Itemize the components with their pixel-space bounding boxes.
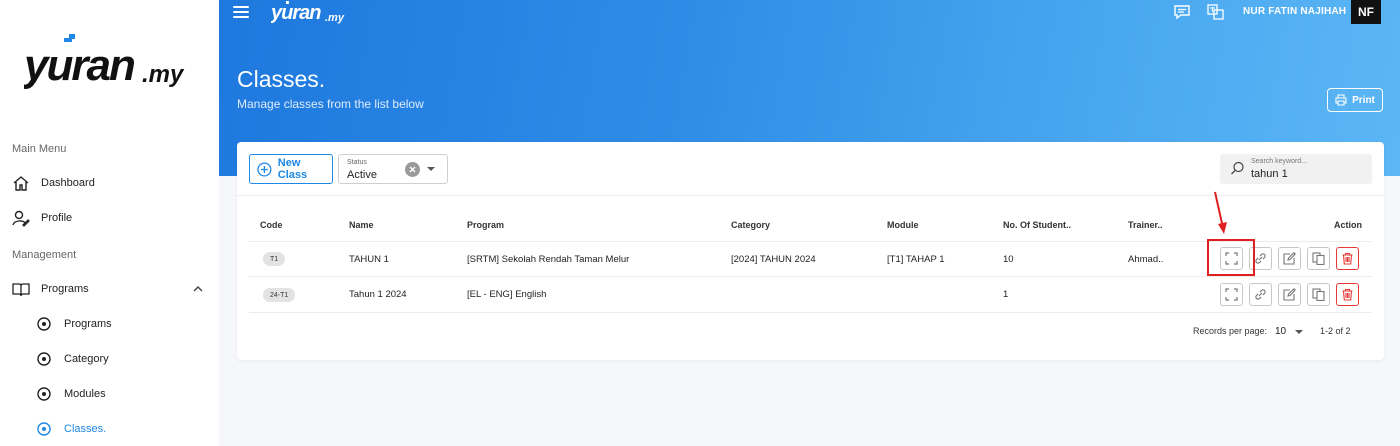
- svg-text:.my: .my: [142, 61, 185, 88]
- clear-icon[interactable]: [405, 162, 420, 177]
- link-icon: [1255, 253, 1266, 264]
- search-icon: [1231, 161, 1244, 175]
- search-input[interactable]: Search keyword... tahun 1: [1220, 154, 1372, 184]
- cell-students: 1: [1003, 289, 1009, 300]
- cell-trainer: Ahmad..: [1128, 254, 1164, 265]
- cell-students: 10: [1003, 254, 1014, 265]
- cell-name: Tahun 1 2024: [349, 289, 407, 300]
- sidebar-item-label: Modules: [64, 388, 106, 400]
- column-header-program[interactable]: Program: [467, 220, 504, 230]
- status-value: Active: [347, 169, 377, 181]
- copy-button[interactable]: [1307, 283, 1330, 306]
- cell-category: [2024] TAHUN 2024: [731, 254, 816, 265]
- menu-icon[interactable]: [233, 6, 249, 18]
- link-button[interactable]: [1249, 283, 1272, 306]
- cell-module: [T1] TAHAP 1: [887, 254, 945, 265]
- plus-circle-icon: [257, 161, 272, 177]
- trash-icon: [1342, 252, 1353, 265]
- sidebar-item-programs-group[interactable]: Programs: [0, 274, 219, 304]
- records-per-page-select[interactable]: 10: [1275, 326, 1286, 337]
- section-management: Management: [12, 249, 77, 261]
- trash-icon: [1342, 288, 1353, 301]
- sidebar-item-label: Profile: [41, 212, 73, 224]
- sidebar-item-category[interactable]: Category: [0, 344, 219, 374]
- row-divider: [249, 276, 1372, 277]
- column-header-code[interactable]: Code: [260, 220, 283, 230]
- sidebar-item-label: Programs: [41, 283, 89, 295]
- code-badge: 24-T1: [263, 288, 296, 302]
- sidebar-item-programs[interactable]: Programs: [0, 309, 219, 339]
- search-value: tahun 1: [1251, 168, 1288, 180]
- sidebar-item-label: Dashboard: [41, 177, 95, 189]
- records-per-page-label: Records per page:: [1193, 326, 1268, 336]
- section-main-menu: Main Menu: [12, 143, 67, 155]
- delete-button[interactable]: [1336, 283, 1359, 306]
- delete-button[interactable]: [1336, 247, 1359, 270]
- annotation-arrow-icon: [1214, 191, 1227, 234]
- chevron-down-icon[interactable]: [1295, 330, 1303, 334]
- sidebar-item-profile[interactable]: Profile: [0, 203, 219, 233]
- sidebar-item-label: Programs: [64, 318, 112, 330]
- radio-icon: [37, 317, 51, 331]
- edit-button[interactable]: [1278, 283, 1301, 306]
- annotation-highlight: [1207, 239, 1255, 276]
- home-icon: [13, 176, 29, 191]
- profile-icon: [12, 210, 30, 227]
- svg-text:yuran: yuran: [24, 41, 135, 90]
- copy-icon: [1312, 288, 1325, 301]
- fullscreen-icon: [1225, 288, 1238, 301]
- sidebar-logo[interactable]: yuran .my: [22, 34, 200, 99]
- status-select[interactable]: Status Active: [338, 154, 448, 184]
- classes-card: New Class Status Active Search keyword..…: [237, 142, 1384, 360]
- svg-text:.my: .my: [325, 12, 345, 24]
- row-divider: [249, 312, 1372, 313]
- user-name[interactable]: NUR FATIN NAJIHAH: [1243, 6, 1346, 17]
- chevron-up-icon[interactable]: [192, 283, 204, 295]
- translate-icon[interactable]: [1207, 4, 1225, 20]
- radio-icon: [37, 352, 51, 366]
- book-icon: [12, 283, 30, 297]
- cell-program: [EL - ENG] English: [467, 289, 547, 300]
- sidebar-item-classes[interactable]: Classes.: [0, 414, 219, 444]
- sidebar: yuran .my Main Menu Dashboard Profile Ma…: [0, 0, 219, 446]
- column-header-name[interactable]: Name: [349, 220, 374, 230]
- sidebar-item-dashboard[interactable]: Dashboard: [0, 168, 219, 198]
- column-header-action: Action: [1334, 220, 1362, 230]
- row-divider: [249, 241, 1372, 242]
- sidebar-item-label: Classes.: [64, 423, 107, 435]
- code-badge: T1: [263, 252, 286, 266]
- search-placeholder: Search keyword...: [1251, 158, 1308, 165]
- link-icon: [1255, 289, 1266, 300]
- copy-button[interactable]: [1307, 247, 1330, 270]
- svg-text:yuran: yuran: [271, 2, 321, 24]
- status-caption: Status: [347, 159, 367, 166]
- printer-icon: [1335, 94, 1347, 106]
- column-header-trainer[interactable]: Trainer..: [1128, 220, 1163, 230]
- sidebar-item-label: Category: [64, 353, 109, 365]
- header-logo[interactable]: yuran .my: [270, 0, 351, 31]
- column-header-students[interactable]: No. Of Student..: [1003, 220, 1071, 230]
- edit-icon: [1283, 288, 1296, 301]
- expand-button[interactable]: [1220, 283, 1243, 306]
- print-button[interactable]: Print: [1327, 88, 1383, 112]
- pagination-range: 1-2 of 2: [1320, 326, 1351, 336]
- edit-button[interactable]: [1278, 247, 1301, 270]
- page-title: Classes.: [237, 66, 326, 92]
- radio-icon: [37, 387, 51, 401]
- new-class-button[interactable]: New Class: [249, 154, 333, 184]
- chevron-down-icon[interactable]: [427, 167, 435, 171]
- sidebar-item-modules[interactable]: Modules: [0, 379, 219, 409]
- edit-icon: [1283, 252, 1296, 265]
- column-header-module[interactable]: Module: [887, 220, 919, 230]
- chat-icon[interactable]: [1173, 4, 1191, 20]
- column-header-category[interactable]: Category: [731, 220, 770, 230]
- radio-icon: [37, 422, 51, 436]
- copy-icon: [1312, 252, 1325, 265]
- new-class-label: New Class: [277, 157, 308, 181]
- print-label: Print: [1352, 94, 1375, 106]
- avatar[interactable]: NF: [1351, 0, 1381, 24]
- cell-name: TAHUN 1: [349, 254, 389, 265]
- page-subtitle: Manage classes from the list below: [237, 97, 424, 111]
- cell-program: [SRTM] Sekolah Rendah Taman Melur: [467, 254, 630, 265]
